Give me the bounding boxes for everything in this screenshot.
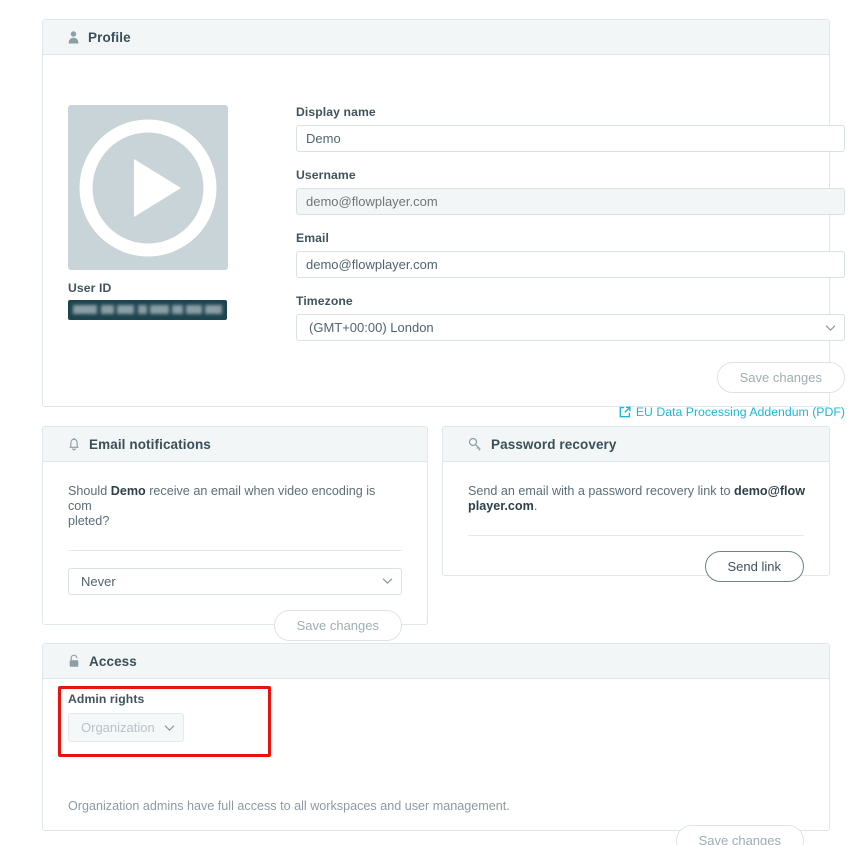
recovery-text-suffix: . bbox=[533, 498, 538, 513]
recovery-email-line2: player.com bbox=[468, 498, 534, 513]
question-username: Demo bbox=[110, 484, 146, 498]
password-recovery-card: Password recovery Send an email with a p… bbox=[442, 426, 830, 582]
field-display-name: Display name bbox=[296, 105, 845, 152]
lock-icon bbox=[68, 654, 80, 668]
email-notifications-card: Email notifications Should Demo receive … bbox=[42, 426, 428, 641]
access-card-title: Access bbox=[89, 653, 137, 669]
access-description: Organization admins have full access to … bbox=[68, 799, 510, 813]
password-recovery-card-title: Password recovery bbox=[491, 436, 617, 452]
external-link-icon bbox=[619, 406, 631, 418]
user-id-value-redacted bbox=[68, 300, 227, 320]
email-notifications-question: Should Demo receive an email when video … bbox=[68, 484, 400, 529]
email-notifications-divider bbox=[68, 549, 402, 551]
email-notifications-select[interactable]: Never bbox=[68, 567, 402, 595]
admin-rights-select[interactable]: Organization bbox=[68, 713, 184, 742]
question-prefix: Should bbox=[68, 484, 111, 498]
profile-save-button[interactable]: Save changes bbox=[716, 362, 845, 393]
access-actions: Save changes bbox=[675, 825, 804, 845]
profile-card-body: User ID Display name Demo Username demo@… bbox=[43, 55, 845, 419]
access-card-header: Access bbox=[43, 644, 829, 679]
eu-link-row: EU Data Processing Addendum (PDF) bbox=[296, 405, 845, 419]
admin-rights-label: Admin rights bbox=[68, 692, 145, 706]
password-recovery-divider bbox=[468, 534, 804, 536]
email-notifications-save-button[interactable]: Save changes bbox=[273, 609, 402, 641]
bell-icon bbox=[68, 437, 80, 451]
display-name-label: Display name bbox=[296, 105, 376, 119]
password-recovery-card-header: Password recovery bbox=[443, 427, 829, 462]
profile-form: Display name Username Email Timezone (GM… bbox=[296, 105, 845, 419]
field-username: Username bbox=[296, 168, 845, 215]
recovery-text-prefix: Send an email with a password recovery l… bbox=[468, 484, 734, 498]
timezone-label: Timezone bbox=[296, 294, 353, 308]
username-label: Username bbox=[296, 168, 356, 182]
email-label: Email bbox=[296, 231, 330, 245]
key-icon bbox=[468, 437, 482, 451]
admin-rights-block: Admin rights Organization bbox=[68, 692, 184, 742]
send-link-button[interactable]: Send link bbox=[704, 550, 804, 582]
avatar[interactable] bbox=[68, 105, 228, 270]
display-name-input[interactable] bbox=[296, 125, 845, 152]
profile-card-title: Profile bbox=[88, 29, 131, 45]
eu-data-processing-addendum-link[interactable]: EU Data Processing Addendum (PDF) bbox=[619, 405, 845, 419]
profile-card: Profile User ID Display name Demo Userna… bbox=[42, 19, 845, 419]
user-icon bbox=[68, 30, 79, 44]
email-notifications-body: Should Demo receive an email when video … bbox=[43, 462, 427, 641]
field-email: Email bbox=[296, 231, 845, 278]
access-save-button[interactable]: Save changes bbox=[675, 825, 804, 845]
password-recovery-body: Send an email with a password recovery l… bbox=[443, 462, 829, 582]
timezone-select[interactable]: (GMT+00:00) London bbox=[296, 314, 845, 341]
access-card: Access Admin rights Organization Organiz… bbox=[42, 643, 830, 845]
eu-link-label: EU Data Processing Addendum (PDF) bbox=[635, 405, 845, 419]
email-notifications-card-header: Email notifications bbox=[43, 427, 427, 462]
field-timezone: Timezone (GMT+00:00) London bbox=[296, 294, 845, 341]
avatar-block: User ID bbox=[68, 105, 228, 320]
password-recovery-actions: Send link bbox=[468, 550, 804, 582]
play-button-placeholder-icon bbox=[79, 119, 217, 256]
password-recovery-text: Send an email with a password recovery l… bbox=[468, 484, 806, 514]
email-notifications-actions: Save changes bbox=[68, 609, 402, 641]
email-input[interactable] bbox=[296, 251, 845, 278]
profile-card-header: Profile bbox=[43, 20, 829, 55]
question-second-line: pleted? bbox=[68, 513, 110, 528]
recovery-email-line1: demo@flow bbox=[734, 484, 806, 498]
settings-page: Profile User ID Display name Demo Userna… bbox=[0, 0, 866, 845]
username-input bbox=[296, 188, 845, 215]
profile-actions: Save changes bbox=[296, 362, 845, 393]
user-id-label: User ID bbox=[68, 281, 112, 295]
email-notifications-card-title: Email notifications bbox=[89, 436, 211, 452]
